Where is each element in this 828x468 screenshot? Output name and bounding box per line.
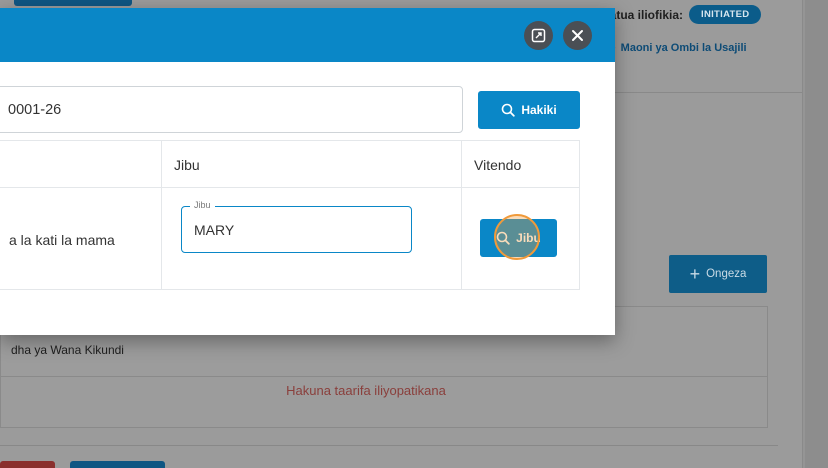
column-header-actions: Vitendo (474, 157, 522, 173)
modal-header (0, 8, 615, 62)
add-button[interactable]: + Ongeza (669, 255, 767, 293)
column-divider (461, 141, 462, 289)
answer-value: MARY (194, 222, 235, 238)
verification-modal: 0001-26 Hakiki Jibu Vitendo a la kati la… (0, 8, 615, 335)
close-button[interactable] (563, 21, 592, 50)
verify-button-label: Hakiki (521, 103, 557, 117)
click-indicator (494, 214, 540, 260)
search-icon (502, 103, 516, 117)
verify-button[interactable]: Hakiki (478, 91, 580, 129)
background-scroll-area (805, 0, 828, 468)
divider (0, 445, 778, 446)
application-number-input[interactable]: 0001-26 (0, 86, 463, 133)
divider (612, 92, 802, 93)
plus-icon: + (689, 264, 701, 284)
column-divider (161, 141, 162, 289)
table-divider (1, 376, 767, 377)
question-text: a la kati la mama (9, 232, 115, 248)
members-table-header: dha ya Wana Kikundi (11, 343, 124, 357)
fullscreen-icon (531, 28, 546, 43)
empty-message: Hakuna taarifa iliyopatikana (286, 383, 446, 398)
answer-field[interactable]: Jibu MARY (181, 200, 412, 253)
background-red-button (0, 461, 55, 468)
status-badge: INITIATED (689, 5, 762, 24)
breadcrumb-link[interactable]: › Maoni ya Ombi la Usajili (612, 42, 747, 54)
column-header-answer: Jibu (174, 157, 200, 173)
answer-field-label: Jibu (190, 200, 215, 210)
add-button-label: Ongeza (706, 268, 747, 280)
close-icon (572, 30, 583, 41)
background-top-button (14, 0, 132, 6)
fullscreen-button[interactable] (524, 21, 553, 50)
breadcrumb-link-label: Maoni ya Ombi la Usajili (620, 42, 747, 54)
background-blue-button (70, 461, 165, 468)
status-indicator: Hatua iliofikia: INITIATED (601, 5, 762, 24)
